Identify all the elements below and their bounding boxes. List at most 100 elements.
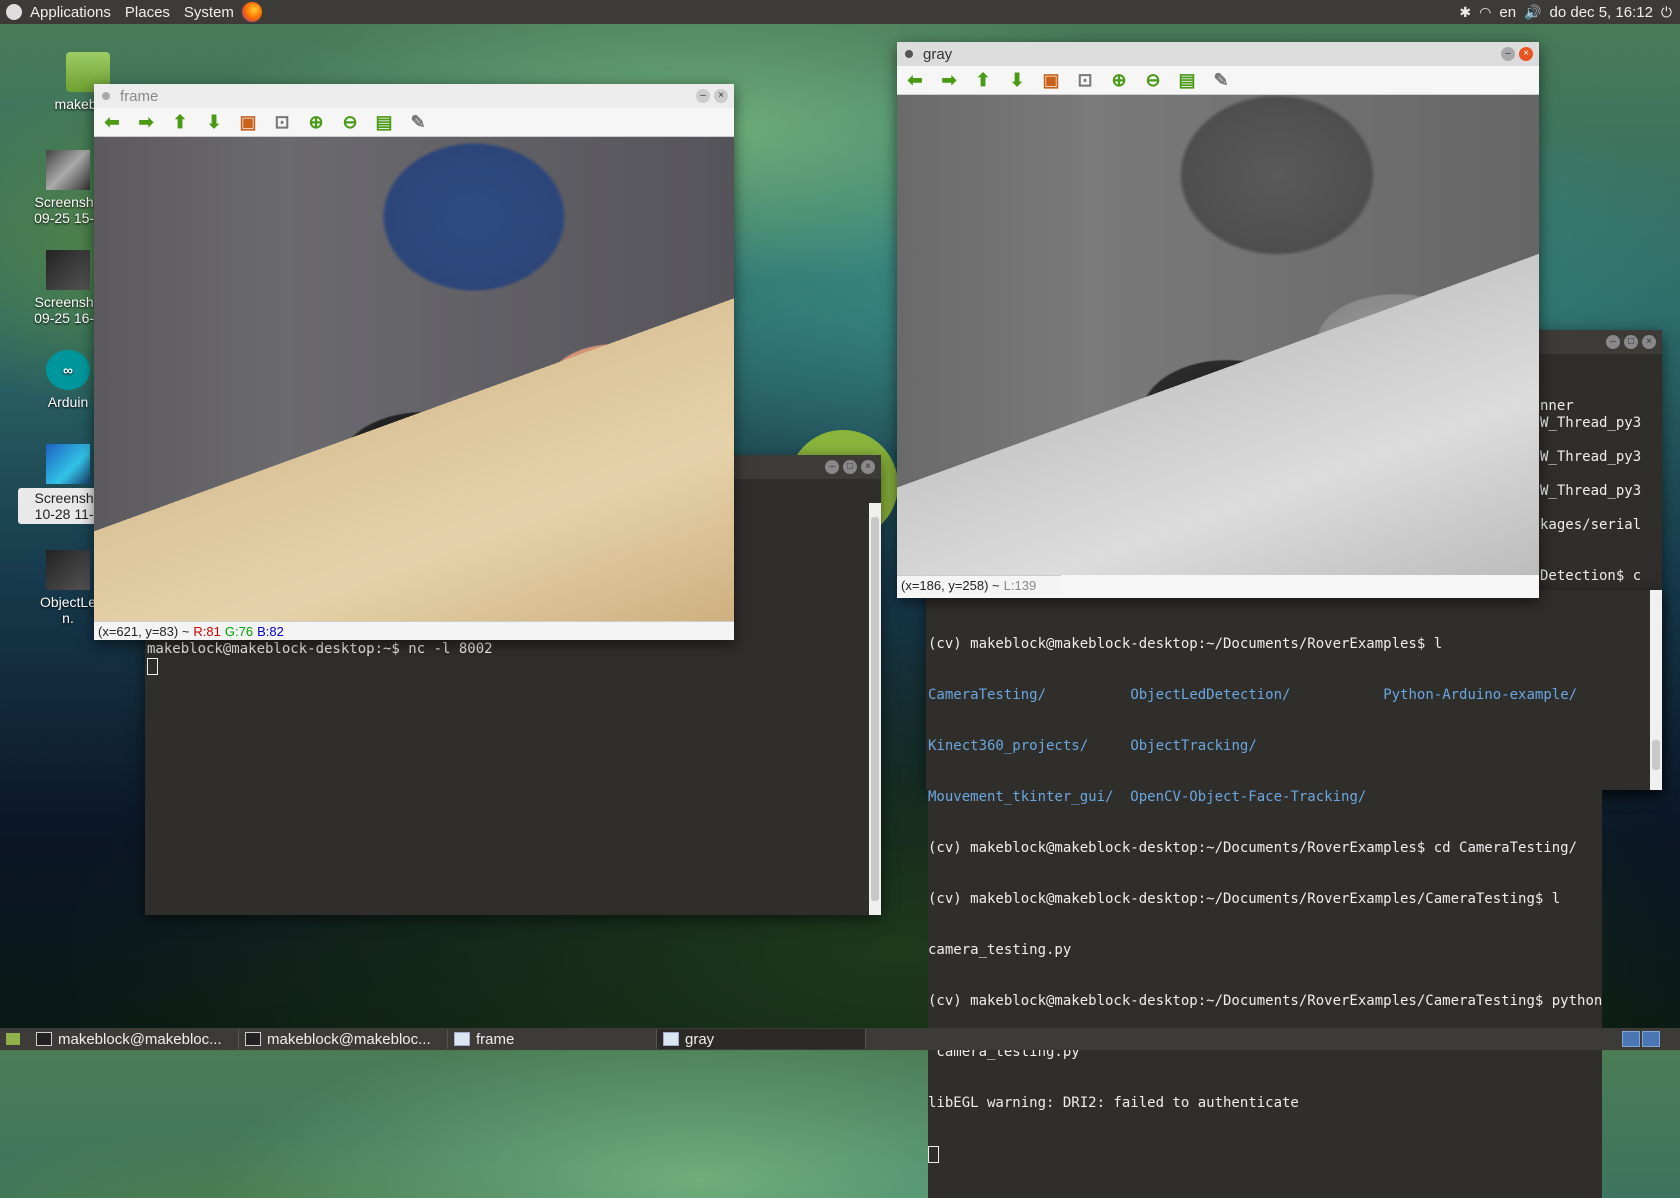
gray-statusbar: (x=186, y=258) ~ L:139 bbox=[897, 575, 1061, 594]
pixel-luminance: L:139 bbox=[1003, 577, 1037, 593]
zoom-out-icon[interactable]: ⊖ bbox=[1141, 69, 1165, 91]
pan-up-icon[interactable]: ⬆ bbox=[971, 69, 995, 91]
close-icon[interactable]: × bbox=[1519, 47, 1533, 61]
image-thumbnail-icon bbox=[46, 150, 90, 190]
minimize-icon[interactable]: – bbox=[1501, 47, 1515, 61]
frame-window[interactable]: frame – × ⬅ ➡ ⬆ ⬇ ▣ ⊡ ⊕ ⊖ ▤ ✎ (x=621, y=… bbox=[94, 84, 734, 640]
keyboard-language[interactable]: en bbox=[1499, 4, 1516, 21]
image-thumbnail-icon bbox=[46, 250, 90, 290]
task-label: makeblock@makebloc... bbox=[58, 1030, 222, 1048]
pan-down-icon[interactable]: ⬇ bbox=[202, 111, 226, 133]
terminal-line: (cv) makeblock@makeblock-desktop:~/Docum… bbox=[928, 891, 1561, 907]
clock[interactable]: do dec 5, 16:12 bbox=[1550, 4, 1653, 21]
menu-system[interactable]: System bbox=[184, 4, 234, 21]
workspace-1[interactable] bbox=[1622, 1031, 1640, 1047]
close-icon[interactable]: × bbox=[861, 460, 875, 474]
pan-right-icon[interactable]: ➡ bbox=[134, 111, 158, 133]
close-icon[interactable]: × bbox=[714, 89, 728, 103]
terminal-right-output[interactable]: (cv) makeblock@makeblock-desktop:~/Docum… bbox=[928, 602, 1603, 1198]
pixel-g: G:76 bbox=[224, 623, 254, 639]
dir-entry: ObjectTracking/ bbox=[1130, 738, 1257, 754]
pixel-r: R:81 bbox=[193, 623, 221, 639]
camera-frame-image[interactable] bbox=[94, 137, 734, 621]
power-icon[interactable]: ⏻ bbox=[1661, 4, 1672, 21]
terminal-back-titlebar[interactable]: – □ × bbox=[1530, 330, 1662, 354]
terminal-line: (cv) makeblock@makeblock-desktop:~/Docum… bbox=[928, 993, 1603, 1009]
terminal-right-scrollbar[interactable] bbox=[1650, 590, 1662, 790]
menu-places[interactable]: Places bbox=[125, 4, 170, 21]
pixel-coords: (x=186, y=258) ~ bbox=[901, 577, 1000, 593]
pan-left-icon[interactable]: ⬅ bbox=[100, 111, 124, 133]
zoom-fit-icon[interactable]: ⊡ bbox=[1073, 69, 1097, 91]
task-gray[interactable]: gray bbox=[657, 1029, 866, 1049]
wifi-icon[interactable]: ◠ bbox=[1479, 4, 1491, 21]
terminal-window-right[interactable]: (cv) makeblock@makeblock-desktop:~/Docum… bbox=[926, 590, 1662, 1198]
terminal-left-output[interactable]: makeblock@makeblock-desktop:~$ nc -l 800… bbox=[147, 641, 493, 676]
properties-icon[interactable]: ✎ bbox=[406, 111, 430, 133]
terminal-left-scrollbar[interactable] bbox=[869, 503, 881, 915]
maximize-icon[interactable]: □ bbox=[1624, 335, 1638, 349]
zoom-original-icon[interactable]: ▣ bbox=[1039, 69, 1063, 91]
zoom-in-icon[interactable]: ⊕ bbox=[304, 111, 328, 133]
workspace-switcher[interactable] bbox=[1622, 1031, 1660, 1047]
maximize-icon[interactable]: □ bbox=[843, 460, 857, 474]
terminal-line: Mouvement_tkinter_gui/ OpenCV-Object-Fac… bbox=[928, 789, 1602, 806]
terminal-cursor bbox=[928, 1146, 939, 1163]
minimize-icon[interactable]: – bbox=[825, 460, 839, 474]
task-label: frame bbox=[476, 1030, 515, 1048]
scrollbar-thumb[interactable] bbox=[871, 517, 879, 901]
dir-entry: Python-Arduino-example/ bbox=[1383, 687, 1578, 703]
window-icon bbox=[454, 1032, 470, 1046]
task-terminal-2[interactable]: makeblock@makebloc... bbox=[239, 1029, 448, 1049]
save-icon[interactable]: ▤ bbox=[1175, 69, 1199, 91]
properties-icon[interactable]: ✎ bbox=[1209, 69, 1233, 91]
pan-down-icon[interactable]: ⬇ bbox=[1005, 69, 1029, 91]
terminal-cursor-line bbox=[147, 658, 493, 676]
task-frame[interactable]: frame bbox=[448, 1029, 657, 1049]
terminal-line: kages/serial bbox=[1540, 517, 1642, 533]
zoom-original-icon[interactable]: ▣ bbox=[236, 111, 260, 133]
terminal-line: camera_testing.py bbox=[928, 942, 1072, 958]
task-terminal-1[interactable]: makeblock@makebloc... bbox=[30, 1029, 239, 1049]
pixel-b: B:82 bbox=[257, 623, 284, 639]
top-panel: Applications Places System ✱ ◠ en 🔊 do d… bbox=[0, 0, 1680, 24]
zoom-fit-icon[interactable]: ⊡ bbox=[270, 111, 294, 133]
window-controls: – □ × bbox=[825, 460, 875, 474]
firefox-icon[interactable] bbox=[241, 2, 262, 22]
gray-titlebar[interactable]: gray – × bbox=[897, 42, 1539, 66]
terminal-line: W_Thread_py3 bbox=[1540, 449, 1642, 465]
menu-applications[interactable]: Applications bbox=[30, 4, 111, 21]
window-controls: – × bbox=[696, 89, 728, 103]
pan-left-icon[interactable]: ⬅ bbox=[903, 69, 927, 91]
image-thumbnail-icon bbox=[46, 444, 90, 484]
window-menu-icon[interactable] bbox=[905, 50, 913, 58]
volume-icon[interactable]: 🔊 bbox=[1524, 4, 1541, 21]
window-menu-icon[interactable] bbox=[102, 92, 110, 100]
terminal-line: W_Thread_py3 bbox=[1540, 483, 1642, 499]
zoom-out-icon[interactable]: ⊖ bbox=[338, 111, 362, 133]
camera-gray-image[interactable] bbox=[897, 95, 1539, 575]
gray-toolbar: ⬅ ➡ ⬆ ⬇ ▣ ⊡ ⊕ ⊖ ▤ ✎ bbox=[897, 66, 1539, 95]
frame-toolbar: ⬅ ➡ ⬆ ⬇ ▣ ⊡ ⊕ ⊖ ▤ ✎ bbox=[94, 108, 734, 137]
terminal-line: libEGL warning: DRI2: failed to authenti… bbox=[928, 1095, 1299, 1111]
dir-entry: CameraTesting/ bbox=[928, 687, 1047, 703]
frame-titlebar[interactable]: frame – × bbox=[94, 84, 734, 108]
dir-entry: OpenCV-Object-Face-Tracking/ bbox=[1130, 789, 1367, 805]
gray-window[interactable]: gray – × ⬅ ➡ ⬆ ⬇ ▣ ⊡ ⊕ ⊖ ▤ ✎ (x=186, y=2… bbox=[897, 42, 1539, 598]
scrollbar-thumb[interactable] bbox=[1652, 740, 1660, 770]
pan-right-icon[interactable]: ➡ bbox=[937, 69, 961, 91]
pan-up-icon[interactable]: ⬆ bbox=[168, 111, 192, 133]
bluetooth-icon[interactable]: ✱ bbox=[1459, 4, 1471, 21]
ubuntu-logo-icon[interactable] bbox=[6, 4, 22, 20]
show-desktop-icon[interactable] bbox=[6, 1033, 20, 1045]
minimize-icon[interactable]: – bbox=[696, 89, 710, 103]
zoom-in-icon[interactable]: ⊕ bbox=[1107, 69, 1131, 91]
close-icon[interactable]: × bbox=[1642, 335, 1656, 349]
workspace-2[interactable] bbox=[1642, 1031, 1660, 1047]
save-icon[interactable]: ▤ bbox=[372, 111, 396, 133]
minimize-icon[interactable]: – bbox=[1606, 335, 1620, 349]
terminal-line: W_Thread_py3 bbox=[1540, 415, 1642, 431]
